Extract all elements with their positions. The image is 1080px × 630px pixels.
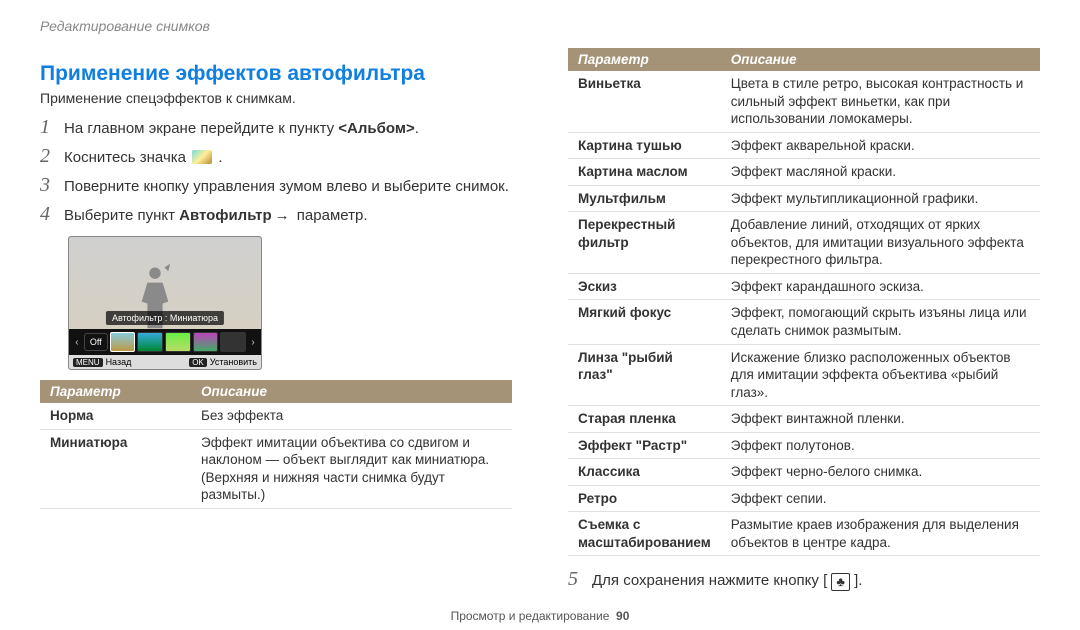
table-row: Мягкий фокусЭффект, помогающий скрыть из…: [568, 300, 1040, 344]
chevron-right-icon[interactable]: ›: [248, 337, 258, 348]
footer-page-number: 90: [616, 609, 629, 623]
page-footer: Просмотр и редактирование 90: [40, 609, 1040, 623]
table-row: Картина масломЭффект масляной краски.: [568, 159, 1040, 186]
desc-cell: Размытие краев изображения для выделения…: [721, 512, 1040, 556]
desc-cell: Эффект, помогающий скрыть изъяны лица ил…: [721, 300, 1040, 344]
step-4: 4 Выберите пункт Автофильтр→ параметр.: [40, 203, 512, 226]
param-cell: Миниатюра: [40, 429, 191, 508]
table-row: Эффект "Растр"Эффект полутонов.: [568, 432, 1040, 459]
table-row: МультфильмЭффект мультипликационной граф…: [568, 185, 1040, 212]
step-text: Выберите пункт: [64, 207, 179, 224]
back-label: Назад: [106, 357, 132, 367]
save-icon: ♣: [831, 573, 850, 591]
filter-thumb[interactable]: [165, 332, 191, 352]
table-row: МиниатюраЭффект имитации объектива со сд…: [40, 429, 512, 508]
image-edit-icon: [192, 150, 212, 164]
table-row: РетроЭффект сепии.: [568, 485, 1040, 512]
step-5: 5 Для сохранения нажмите кнопку [ ♣ ].: [568, 568, 1040, 591]
set-button[interactable]: OK Установить: [185, 355, 261, 369]
step-text: Коснитесь значка: [64, 149, 190, 166]
param-cell: Ретро: [568, 485, 721, 512]
desc-cell: Эффект полутонов.: [721, 432, 1040, 459]
table-row: ЭскизЭффект карандашного эскиза.: [568, 273, 1040, 300]
step-text: Для сохранения нажмите кнопку [: [592, 572, 831, 589]
section-subtext: Применение спецэффектов к снимкам.: [40, 90, 512, 106]
step-number: 1: [40, 116, 64, 139]
camera-preview: Автофильтр : Миниатюра ‹ Off › MENU Наза…: [68, 236, 262, 370]
desc-cell: Эффект имитации объектива со сдвигом и н…: [191, 429, 512, 508]
step-number: 2: [40, 145, 64, 168]
desc-cell: Без эффекта: [191, 403, 512, 429]
filter-thumb[interactable]: [137, 332, 163, 352]
param-cell: Норма: [40, 403, 191, 429]
table-row: ВиньеткаЦвета в стиле ретро, высокая кон…: [568, 71, 1040, 132]
desc-cell: Цвета в стиле ретро, высокая контрастнос…: [721, 71, 1040, 132]
step-2: 2 Коснитесь значка .: [40, 145, 512, 168]
table-row: Съемка с масштабированиемРазмытие краев …: [568, 512, 1040, 556]
desc-cell: Эффект мультипликационной графики.: [721, 185, 1040, 212]
param-cell: Виньетка: [568, 71, 721, 132]
options-table-right: Параметр Описание ВиньеткаЦвета в стиле …: [568, 48, 1040, 556]
menu-key-icon: MENU: [73, 358, 103, 367]
preview-tooltip: Автофильтр : Миниатюра: [106, 311, 224, 325]
desc-cell: Эффект сепии.: [721, 485, 1040, 512]
table-row: Линза "рыбий глаз"Искажение близко распо…: [568, 344, 1040, 406]
desc-cell: Эффект акварельной краски.: [721, 132, 1040, 159]
table-row: Перекрестный фильтрДобавление линий, отх…: [568, 212, 1040, 274]
param-cell: Картина маслом: [568, 159, 721, 186]
step-number: 5: [568, 568, 592, 591]
param-cell: Эскиз: [568, 273, 721, 300]
step-3: 3 Поверните кнопку управления зумом влев…: [40, 174, 512, 197]
set-label: Установить: [210, 357, 257, 367]
section-heading: Применение эффектов автофильтра: [40, 62, 512, 86]
step-text: На главном экране перейдите к пункту: [64, 120, 338, 137]
desc-cell: Эффект черно-белого снимка.: [721, 459, 1040, 486]
filter-thumb[interactable]: [193, 332, 219, 352]
footer-section: Просмотр и редактирование: [451, 609, 610, 623]
preview-photo-area: Автофильтр : Миниатюра: [69, 237, 261, 329]
desc-cell: Эффект масляной краски.: [721, 159, 1040, 186]
table-header-param: Параметр: [568, 48, 721, 71]
table-row: Картина тушьюЭффект акварельной краски.: [568, 132, 1040, 159]
step-bold: Автофильтр: [179, 207, 271, 224]
param-cell: Классика: [568, 459, 721, 486]
table-header-desc: Описание: [721, 48, 1040, 71]
param-cell: Перекрестный фильтр: [568, 212, 721, 274]
table-row: Старая пленкаЭффект винтажной пленки.: [568, 406, 1040, 433]
param-cell: Съемка с масштабированием: [568, 512, 721, 556]
param-cell: Мультфильм: [568, 185, 721, 212]
param-cell: Старая пленка: [568, 406, 721, 433]
desc-cell: Добавление линий, отходящих от ярких объ…: [721, 212, 1040, 274]
step-number: 4: [40, 203, 64, 226]
ok-key-icon: OK: [189, 358, 207, 367]
table-header-param: Параметр: [40, 380, 191, 403]
param-cell: Линза "рыбий глаз": [568, 344, 721, 406]
step-number: 3: [40, 174, 64, 197]
step-text: Поверните кнопку управления зумом влево …: [64, 178, 509, 195]
param-cell: Эффект "Растр": [568, 432, 721, 459]
desc-cell: Эффект винтажной пленки.: [721, 406, 1040, 433]
filter-off[interactable]: Off: [84, 333, 108, 351]
desc-cell: Эффект карандашного эскиза.: [721, 273, 1040, 300]
breadcrumb: Редактирование снимков: [40, 18, 1040, 34]
table-header-desc: Описание: [191, 380, 512, 403]
filter-thumb[interactable]: [220, 332, 246, 352]
step-bold: <Альбом>: [338, 120, 414, 137]
back-button[interactable]: MENU Назад: [69, 355, 135, 369]
options-table-left: Параметр Описание НормаБез эффектаМиниат…: [40, 380, 512, 509]
param-cell: Мягкий фокус: [568, 300, 721, 344]
filter-thumbstrip[interactable]: ‹ Off ›: [69, 329, 261, 355]
desc-cell: Искажение близко расположенных объектов …: [721, 344, 1040, 406]
table-row: КлассикаЭффект черно-белого снимка.: [568, 459, 1040, 486]
param-cell: Картина тушью: [568, 132, 721, 159]
chevron-left-icon[interactable]: ‹: [72, 337, 82, 348]
arrow-right-icon: →: [275, 207, 290, 224]
table-row: НормаБез эффекта: [40, 403, 512, 429]
step-1: 1 На главном экране перейдите к пункту <…: [40, 116, 512, 139]
filter-thumb[interactable]: [110, 332, 136, 352]
